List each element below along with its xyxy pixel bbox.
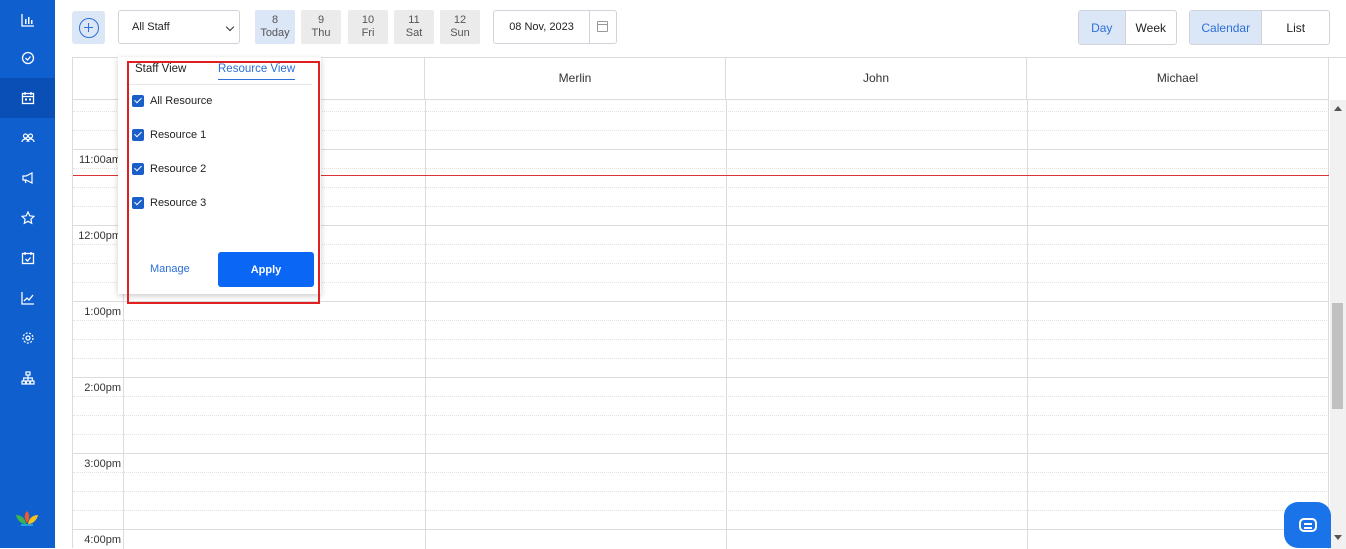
slot-line — [73, 320, 1329, 321]
column-header-michael: Michael — [1027, 58, 1329, 99]
day-chip-sun[interactable]: 12 Sun — [440, 10, 480, 44]
day-number: 10 — [361, 14, 375, 26]
day-number: 9 — [317, 14, 325, 26]
slot-line — [73, 434, 1329, 435]
lotus-logo-icon — [16, 511, 38, 526]
chevron-down-icon — [225, 22, 235, 32]
calendar-view-button[interactable]: Calendar — [1190, 11, 1262, 44]
apply-button[interactable]: Apply — [218, 252, 314, 287]
slot-line — [73, 396, 1329, 397]
date-value: 08 Nov, 2023 — [509, 21, 574, 33]
chat-button[interactable] — [1284, 502, 1331, 548]
week-view-button[interactable]: Week — [1124, 11, 1176, 44]
hour-line — [73, 529, 1329, 530]
staff-select-value: All Staff — [132, 21, 170, 33]
day-label: Fri — [361, 27, 375, 39]
tab-staff-view[interactable]: Staff View — [135, 63, 186, 75]
calendar-icon[interactable] — [0, 78, 55, 118]
slot-line — [73, 472, 1329, 473]
slot-line — [73, 491, 1329, 492]
slot-line — [73, 358, 1329, 359]
checkbox-checked-icon — [132, 163, 144, 175]
checkbox-label: All Resource — [150, 95, 213, 107]
sidebar — [0, 0, 55, 548]
checkbox-all-resource[interactable]: All Resource — [132, 95, 212, 107]
slot-line — [73, 510, 1329, 511]
column-header-merlin: Merlin — [425, 58, 726, 99]
scroll-down-icon[interactable] — [1334, 535, 1342, 540]
calendar-check-icon[interactable] — [0, 238, 55, 278]
day-chip-fri[interactable]: 10 Fri — [348, 10, 388, 44]
calendar-icon[interactable] — [597, 21, 608, 32]
check-circle-icon[interactable] — [0, 38, 55, 78]
checkbox-checked-icon — [132, 95, 144, 107]
day-number: 11 — [408, 14, 420, 26]
time-label: 2:00pm — [84, 382, 121, 394]
day-label: Sat — [405, 27, 423, 39]
checkbox-resource-3[interactable]: Resource 3 — [132, 197, 206, 209]
org-chart-icon[interactable] — [0, 358, 55, 398]
slot-line — [73, 415, 1329, 416]
tab-divider — [126, 84, 312, 85]
manage-link[interactable]: Manage — [150, 263, 190, 275]
column-line — [1027, 100, 1028, 549]
column-line — [726, 100, 727, 549]
checkbox-label: Resource 1 — [150, 129, 207, 141]
staff-select[interactable]: All Staff — [118, 10, 240, 44]
list-view-button[interactable]: List — [1261, 11, 1329, 44]
megaphone-icon[interactable] — [0, 158, 55, 198]
column-line — [425, 100, 426, 549]
scroll-up-icon[interactable] — [1334, 106, 1342, 111]
checkbox-label: Resource 3 — [150, 197, 207, 209]
day-label: Sun — [450, 27, 470, 39]
time-label: 3:00pm — [84, 458, 121, 470]
day-number: 12 — [453, 14, 467, 26]
people-icon[interactable] — [0, 118, 55, 158]
checkbox-label: Resource 2 — [150, 163, 207, 175]
column-line — [1328, 100, 1329, 549]
star-icon[interactable] — [0, 198, 55, 238]
date-picker[interactable]: 08 Nov, 2023 — [493, 10, 617, 44]
scroll-thumb[interactable] — [1332, 303, 1343, 409]
slot-line — [73, 339, 1329, 340]
chat-icon — [1298, 518, 1317, 532]
checkbox-resource-1[interactable]: Resource 1 — [132, 129, 206, 141]
time-label: 1:00pm — [84, 306, 121, 318]
day-chip-sat[interactable]: 11 Sat — [394, 10, 434, 44]
checkbox-checked-icon — [132, 197, 144, 209]
time-label: 4:00pm — [84, 534, 121, 546]
time-label: 11:00am — [79, 154, 121, 166]
day-chip-today[interactable]: 8 Today — [255, 10, 295, 44]
hour-line — [73, 377, 1329, 378]
vertical-scrollbar[interactable] — [1330, 100, 1346, 549]
plus-circle-icon — [78, 17, 99, 38]
column-header-john: John — [726, 58, 1027, 99]
hour-line — [73, 453, 1329, 454]
gear-icon[interactable] — [0, 318, 55, 358]
display-mode-toggle: Calendar List — [1189, 10, 1330, 45]
day-view-button[interactable]: Day — [1079, 11, 1125, 44]
checkbox-resource-2[interactable]: Resource 2 — [132, 163, 206, 175]
time-label: 12:00pm — [78, 230, 121, 242]
day-chip-thu[interactable]: 9 Thu — [301, 10, 341, 44]
day-number: 8 — [271, 14, 279, 26]
checkbox-checked-icon — [132, 129, 144, 141]
add-button[interactable] — [72, 11, 105, 44]
dashboard-icon[interactable] — [0, 0, 55, 40]
day-label: Thu — [311, 27, 331, 39]
tab-resource-view[interactable]: Resource View — [218, 63, 296, 80]
view-filter-popup: Staff View Resource View All Resource Re… — [118, 57, 321, 294]
divider — [589, 11, 590, 43]
hour-line — [73, 301, 1329, 302]
trend-chart-icon[interactable] — [0, 278, 55, 318]
time-column-header — [73, 58, 124, 99]
view-mode-toggle: Day Week — [1078, 10, 1177, 45]
day-label: Today — [260, 27, 290, 39]
